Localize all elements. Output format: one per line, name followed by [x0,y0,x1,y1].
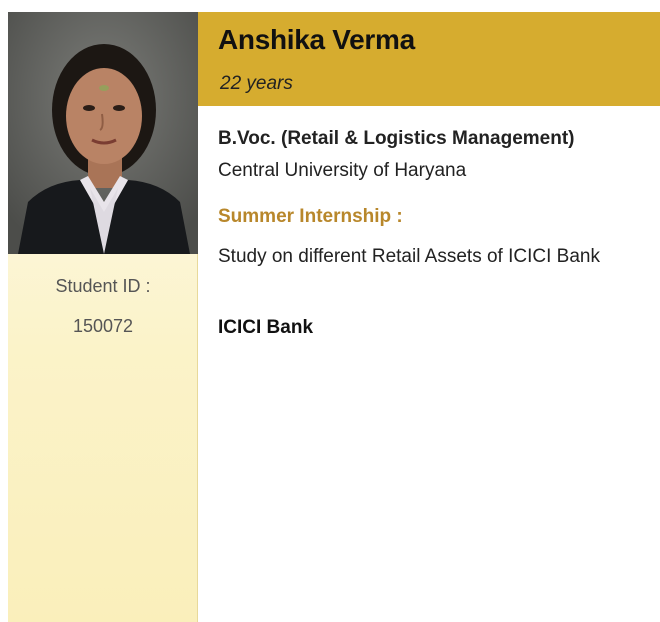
student-id-value: 150072 [72,316,134,336]
student-profile-card: Student ID : 150072 Anshika Verma 22 yea… [0,0,660,622]
student-age: 22 years [220,73,293,94]
internship-project: Study on different Retail Assets of ICIC… [218,246,600,267]
internship-company: ICICI Bank [218,317,314,338]
internship-section-title: Summer Internship : [218,206,403,227]
university: Central University of Haryana [218,160,467,181]
student-name: Anshika Verma [218,24,415,55]
student-photo [8,12,198,254]
degree: B.Voc. (Retail & Logistics Management) [218,128,575,149]
student-id-label: Student ID : [55,276,151,296]
